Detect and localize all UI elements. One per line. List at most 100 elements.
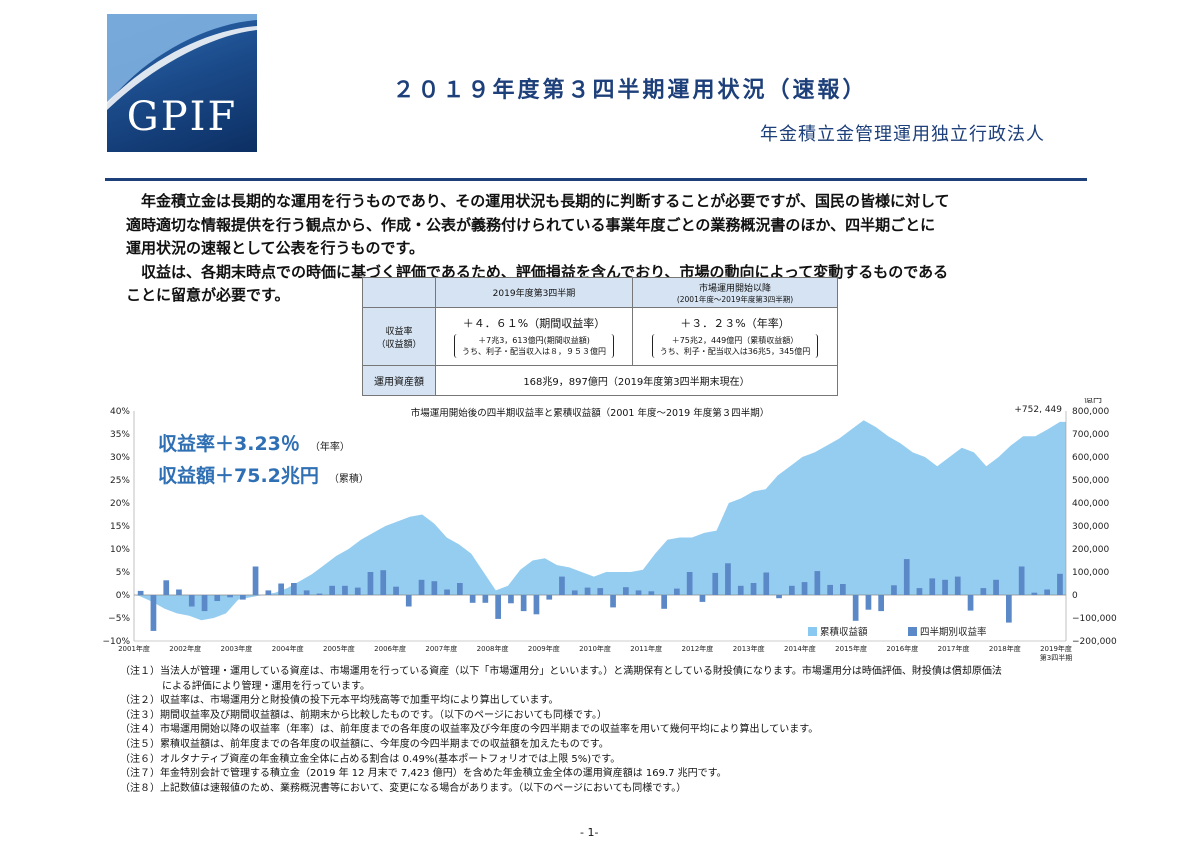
- organization-name: 年金積立金管理運用独立行政法人: [760, 124, 1045, 145]
- quarterly-return-bar: [840, 584, 846, 595]
- quarterly-return-bar: [520, 595, 527, 612]
- logo-text: GPIF: [126, 94, 238, 140]
- quarterly-return-bar: [533, 595, 540, 615]
- left-axis-tick-label: 10%: [110, 545, 130, 555]
- quarterly-return-bar: [699, 595, 706, 602]
- footnote-text: 当法人が管理・運用している資産は、市場運用を行っている資産（以下「市場運用分」と…: [160, 666, 1002, 677]
- footnote: による評価により管理・運用を行っています。: [120, 680, 1130, 695]
- quarterly-return-bar: [980, 588, 987, 595]
- intro-line: 適時適切な情報提供を行う観点から、作成・公表が義務付けられている事業年度ごとの業…: [126, 215, 936, 234]
- x-axis-tick-label: 2001年度: [118, 644, 150, 653]
- quarterly-return-bar: [942, 579, 948, 595]
- left-axis-tick-label: 30%: [110, 453, 130, 463]
- col2-header-line2: (2001年度～2019年度第3四半期): [676, 294, 794, 304]
- return-label-line2: （収益額）: [376, 339, 422, 350]
- quarterly-return-bar: [891, 585, 897, 595]
- quarterly-return-bar: [916, 588, 923, 595]
- quarterly-return-bar: [878, 595, 884, 612]
- footnote-tag: （注４）: [120, 724, 160, 736]
- legend-cumulative-label: 累積収益額: [820, 626, 868, 638]
- footnote-tag: （注５）: [120, 738, 160, 750]
- summary-table: 2019年度第3四半期 市場運用開始以降 (2001年度～2019年度第3四半期…: [362, 277, 839, 396]
- footnote: （注１）当法人が管理・運用している資産は、市場運用を行っている資産（以下「市場運…: [120, 665, 1130, 680]
- quarterly-return-bar: [852, 595, 859, 621]
- right-axis-tick-label: 0: [1072, 591, 1078, 601]
- quarterly-return-bar: [508, 595, 514, 604]
- footnote-text: による評価により管理・運用を行っています。: [162, 680, 370, 692]
- quarterly-return-bar: [495, 595, 501, 619]
- quarterly-return-bar: [457, 583, 463, 595]
- quarterly-return-bar: [750, 583, 757, 595]
- col2-interest: うち、利子・配当収入は36兆5，345億円: [659, 347, 811, 356]
- right-axis-tick-label: 100,000: [1072, 568, 1109, 578]
- quarterly-return-bar: [303, 590, 310, 595]
- footnote-tag: （注６）: [120, 753, 160, 765]
- assets-label: 運用資産額: [362, 365, 436, 396]
- overlay-amount-value: ＋75.2兆円: [215, 465, 319, 487]
- intro-line: ことに留意が必要です。: [126, 286, 290, 304]
- quarterly-return-bar: [571, 590, 578, 595]
- right-axis-tick-label: 400,000: [1072, 499, 1109, 509]
- x-axis-tick-label: 2019年度: [1040, 644, 1072, 653]
- x-axis-tick-label: 2011年度: [630, 644, 662, 653]
- x-axis-tick-label: 2002年度: [169, 644, 201, 653]
- quarterly-return-bar: [240, 595, 246, 600]
- quarterly-return-bar: [801, 582, 808, 595]
- col2-header-line1: 市場運用開始以降: [698, 283, 771, 294]
- footnote: （注６）オルタナティブ資産の年金積立金全体に占める割合は 0.49%(基本ポート…: [120, 753, 1130, 768]
- quarterly-return-bar: [176, 589, 182, 595]
- quarterly-return-bar: [712, 572, 719, 595]
- page-title: ２０１９年度第３四半期運用状況（速報）: [392, 78, 868, 103]
- quarterly-return-bar: [227, 595, 233, 598]
- summary-assets-row: 運用資産額 168兆9，897億円（2019年度第3四半期末現在）: [362, 365, 838, 396]
- overlay-amount-label: 収益額: [158, 465, 216, 487]
- quarterly-return-bar: [1044, 589, 1050, 595]
- quarterly-return-bar: [405, 595, 412, 607]
- legend-cumulative-swatch: [808, 627, 817, 636]
- quarterly-return-bar: [265, 590, 272, 595]
- left-axis-tick-label: 0%: [116, 591, 131, 601]
- chart-overlay-text: 収益率＋3.23％ （年率） 収益額＋75.2兆円 （累積）: [158, 430, 369, 494]
- col2-return-cell: ＋３．２３%（年率） ＋75兆2，449億円（累積収益額） うち、利子・配当収入…: [631, 307, 839, 366]
- left-axis-tick-label: 40%: [110, 407, 130, 417]
- footnote: （注３）期間収益率及び期間収益額は、前期末から比較したものです。（以下のページに…: [120, 709, 1130, 724]
- summary-return-row: 収益率 （収益額） ＋４．６１%（期間収益率） ＋7兆3，613億円(期間収益額…: [362, 307, 839, 366]
- col2-rate: ＋３．２３%（年率）: [680, 317, 790, 330]
- gpif-logo: GPIF: [107, 14, 257, 152]
- left-axis-tick-label: 15%: [110, 522, 130, 532]
- x-axis-tick-label: 2005年度: [323, 644, 355, 653]
- col1-rate: ＋４．６１%（期間収益率）: [462, 317, 606, 330]
- overlay-rate-line: 収益率＋3.23％ （年率）: [158, 430, 369, 462]
- col1-return-cell: ＋４．６１%（期間収益率） ＋7兆3，613億円(期間収益額) うち、利子・配当…: [435, 307, 633, 366]
- quarterly-return-bar: [546, 595, 553, 600]
- intro-paragraph-1: 年金積立金は長期的な運用を行うものであり、その運用状況も長期的に判断することが必…: [126, 190, 1086, 261]
- quarterly-return-bar: [1031, 592, 1038, 595]
- x-axis-tick-label: 2006年度: [374, 644, 406, 653]
- overlay-rate-label: 収益率: [158, 433, 216, 455]
- quarterly-return-bar: [993, 579, 999, 595]
- footnotes: （注１）当法人が管理・運用している資産は、市場運用を行っている資産（以下「市場運…: [120, 665, 1130, 796]
- footnote-text: 市場運用開始以降の収益率（年率）は、前年度までの各年度の収益率及び今年度の今四半…: [160, 724, 819, 736]
- left-axis-tick-label: 5%: [116, 568, 131, 578]
- quarterly-return-bar: [163, 580, 170, 595]
- header-divider: [105, 178, 1087, 181]
- quarterly-return-bar: [954, 576, 961, 595]
- x-axis-tick-label: 2009年度: [528, 644, 560, 653]
- right-axis-tick-label: 600,000: [1072, 453, 1109, 463]
- quarterly-return-bar: [661, 595, 667, 609]
- x-axis-tick-label: 2012年度: [681, 644, 713, 653]
- quarterly-return-bar: [929, 578, 936, 595]
- quarterly-return-bar: [214, 595, 221, 601]
- quarterly-return-bar: [776, 595, 782, 599]
- quarterly-return-bar: [686, 572, 693, 595]
- footnote-text: オルタナティブ資産の年金積立金全体に占める割合は 0.49%(基本ポートフォリオ…: [160, 753, 621, 765]
- quarterly-return-bar: [150, 595, 157, 631]
- quarterly-return-bar: [559, 576, 565, 595]
- quarterly-return-bar: [418, 579, 425, 595]
- quarterly-return-bar: [252, 566, 259, 595]
- left-axis-tick-label: −5%: [108, 614, 130, 624]
- quarterly-return-bar: [584, 587, 591, 595]
- quarterly-return-bar: [1018, 566, 1025, 595]
- quarterly-return-bar: [903, 559, 910, 595]
- col1-bracket: ＋7兆3，613億円(期間収益額) うち、利子・配当収入は８，９５３億円: [453, 334, 614, 358]
